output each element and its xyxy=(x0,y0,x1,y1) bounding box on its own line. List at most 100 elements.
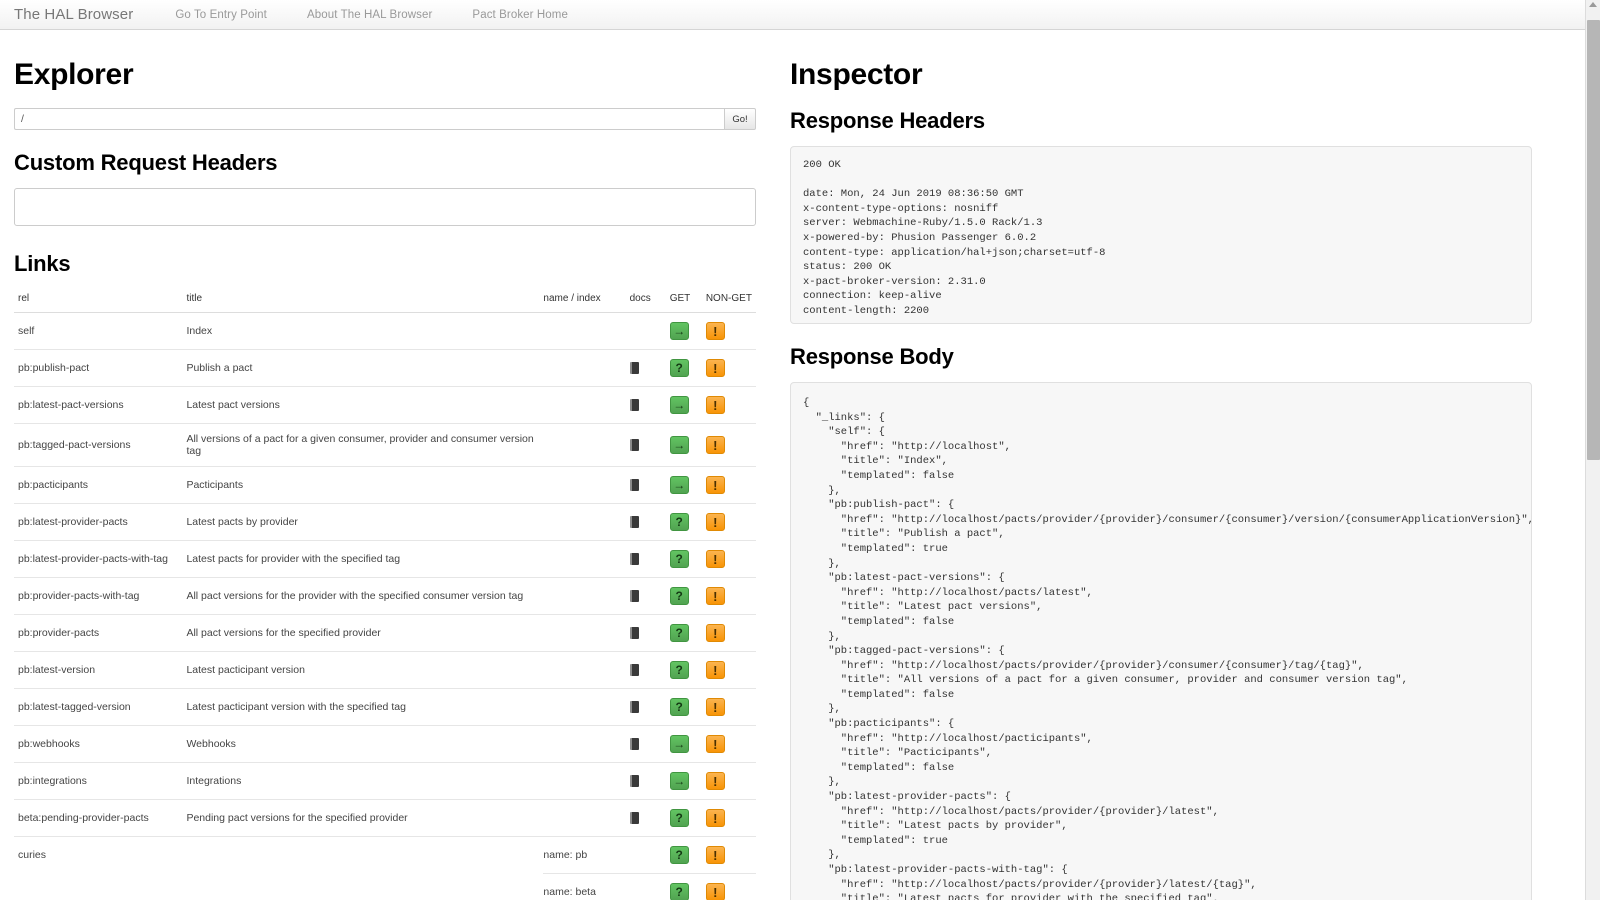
table-row: pb:publish-pact Publish a pact?! xyxy=(14,349,756,387)
column-header-title: title xyxy=(186,289,544,313)
non-get-exclamation-icon[interactable]: ! xyxy=(705,396,725,414)
non-get-exclamation-icon[interactable]: ! xyxy=(705,735,725,753)
nav-link-go-to-entry-point[interactable]: Go To Entry Point xyxy=(175,9,267,21)
docs-book-icon[interactable] xyxy=(629,701,639,714)
cell-name-index xyxy=(543,349,630,387)
cell-non-get: ! xyxy=(705,312,756,350)
get-question-icon[interactable]: ? xyxy=(669,661,689,679)
non-get-exclamation-icon[interactable]: ! xyxy=(705,883,725,900)
get-question-icon[interactable]: ? xyxy=(669,883,689,900)
docs-book-icon[interactable] xyxy=(629,479,639,492)
cell-docs xyxy=(629,540,670,578)
non-get-exclamation-icon[interactable]: ! xyxy=(705,513,725,531)
get-question-icon[interactable]: ? xyxy=(669,809,689,827)
docs-book-icon[interactable] xyxy=(629,664,639,677)
column-header-non-get: NON-GET xyxy=(705,289,756,313)
response-body-title: Response Body xyxy=(790,344,954,369)
non-get-exclamation-icon[interactable]: ! xyxy=(705,624,725,642)
cell-name-index xyxy=(543,312,630,350)
docs-book-icon[interactable] xyxy=(629,812,639,825)
get-question-icon[interactable]: ? xyxy=(669,550,689,568)
cell-rel: pb:webhooks xyxy=(14,725,187,763)
non-get-exclamation-icon[interactable]: ! xyxy=(705,846,725,864)
cell-docs xyxy=(629,873,670,900)
docs-book-icon[interactable] xyxy=(629,738,639,751)
response-headers-panel: 200 OK date: Mon, 24 Jun 2019 08:36:50 G… xyxy=(790,146,1532,324)
cell-docs xyxy=(629,614,670,652)
scrollbar-thumb[interactable] xyxy=(1587,20,1600,460)
table-row: pb:tagged-pact-versions All versions of a… xyxy=(14,423,756,467)
get-question-icon[interactable]: ? xyxy=(669,624,689,642)
nav-link-pact-broker-home[interactable]: Pact Broker Home xyxy=(472,9,568,21)
scroll-up-arrow-icon[interactable] xyxy=(1589,2,1597,7)
docs-book-icon[interactable] xyxy=(629,553,639,566)
table-row: pb:webhooks Webhooks →! xyxy=(14,725,756,763)
get-question-icon[interactable]: ? xyxy=(669,587,689,605)
get-arrow-icon[interactable]: → xyxy=(669,772,689,790)
cell-get: ? xyxy=(669,688,706,726)
cell-get: ? xyxy=(669,503,706,541)
cell-docs xyxy=(629,466,670,504)
docs-book-icon[interactable] xyxy=(629,362,639,375)
cell-title xyxy=(186,874,543,900)
get-question-icon[interactable]: ? xyxy=(669,698,689,716)
get-arrow-icon[interactable]: → xyxy=(669,476,689,494)
cell-docs xyxy=(629,688,670,726)
table-row: pb:provider-pacts-with-tag All pact versi… xyxy=(14,577,756,615)
docs-book-icon[interactable] xyxy=(629,399,639,412)
non-get-exclamation-icon[interactable]: ! xyxy=(705,436,725,454)
table-row: beta:pending-provider-pacts Pending pact … xyxy=(14,799,756,837)
non-get-exclamation-icon[interactable]: ! xyxy=(705,661,725,679)
cell-get: → xyxy=(669,386,706,424)
nav-link-about-the-hal-browser[interactable]: About The HAL Browser xyxy=(307,9,432,21)
navbar-brand[interactable]: The HAL Browser xyxy=(14,6,133,23)
non-get-exclamation-icon[interactable]: ! xyxy=(705,698,725,716)
non-get-exclamation-icon[interactable]: ! xyxy=(705,322,725,340)
cell-name-index xyxy=(543,725,630,763)
cell-docs xyxy=(629,577,670,615)
docs-book-icon[interactable] xyxy=(629,775,639,788)
go-button[interactable]: Go! xyxy=(724,108,756,130)
get-question-icon[interactable]: ? xyxy=(669,846,689,864)
table-row: pb:latest-pact-versions Latest pact versi… xyxy=(14,386,756,424)
cell-title: Latest pacts for provider with the speci… xyxy=(186,540,544,578)
docs-book-icon[interactable] xyxy=(629,627,639,640)
non-get-exclamation-icon[interactable]: ! xyxy=(705,587,725,605)
cell-title: Latest pacticipant version with the spec… xyxy=(186,688,544,726)
non-get-exclamation-icon[interactable]: ! xyxy=(705,359,725,377)
url-input[interactable] xyxy=(14,108,724,130)
cell-get: ? xyxy=(669,540,706,578)
cell-non-get: ! xyxy=(705,503,756,541)
cell-non-get: ! xyxy=(705,836,756,874)
custom-request-headers-input[interactable] xyxy=(14,188,756,226)
docs-book-icon[interactable] xyxy=(629,516,639,529)
get-question-icon[interactable]: ? xyxy=(669,359,689,377)
non-get-exclamation-icon[interactable]: ! xyxy=(705,550,725,568)
cell-get: → xyxy=(669,466,706,504)
table-row: pb:latest-tagged-version Latest pacticipa… xyxy=(14,688,756,726)
cell-rel: beta:pending-provider-pacts xyxy=(14,799,187,837)
column-header-get: GET xyxy=(669,289,706,313)
non-get-exclamation-icon[interactable]: ! xyxy=(705,476,725,494)
get-arrow-icon[interactable]: → xyxy=(669,436,689,454)
cell-name-index xyxy=(543,466,630,504)
docs-book-icon[interactable] xyxy=(629,590,639,603)
non-get-exclamation-icon[interactable]: ! xyxy=(705,772,725,790)
cell-docs xyxy=(629,836,670,874)
get-question-icon[interactable]: ? xyxy=(669,513,689,531)
inspector-title: Inspector xyxy=(790,58,923,91)
cell-name-index: name: pb xyxy=(543,836,630,874)
non-get-exclamation-icon[interactable]: ! xyxy=(705,809,725,827)
cell-name-index xyxy=(543,614,630,652)
page-scrollbar[interactable] xyxy=(1585,0,1600,900)
response-headers-title: Response Headers xyxy=(790,108,985,133)
get-arrow-icon[interactable]: → xyxy=(669,396,689,414)
docs-book-icon[interactable] xyxy=(629,439,639,452)
cell-name-index xyxy=(543,423,630,467)
cell-get: ? xyxy=(669,873,706,900)
cell-non-get: ! xyxy=(705,688,756,726)
get-arrow-icon[interactable]: → xyxy=(669,322,689,340)
cell-non-get: ! xyxy=(705,540,756,578)
column-header-docs: docs xyxy=(629,289,670,313)
get-arrow-icon[interactable]: → xyxy=(669,735,689,753)
